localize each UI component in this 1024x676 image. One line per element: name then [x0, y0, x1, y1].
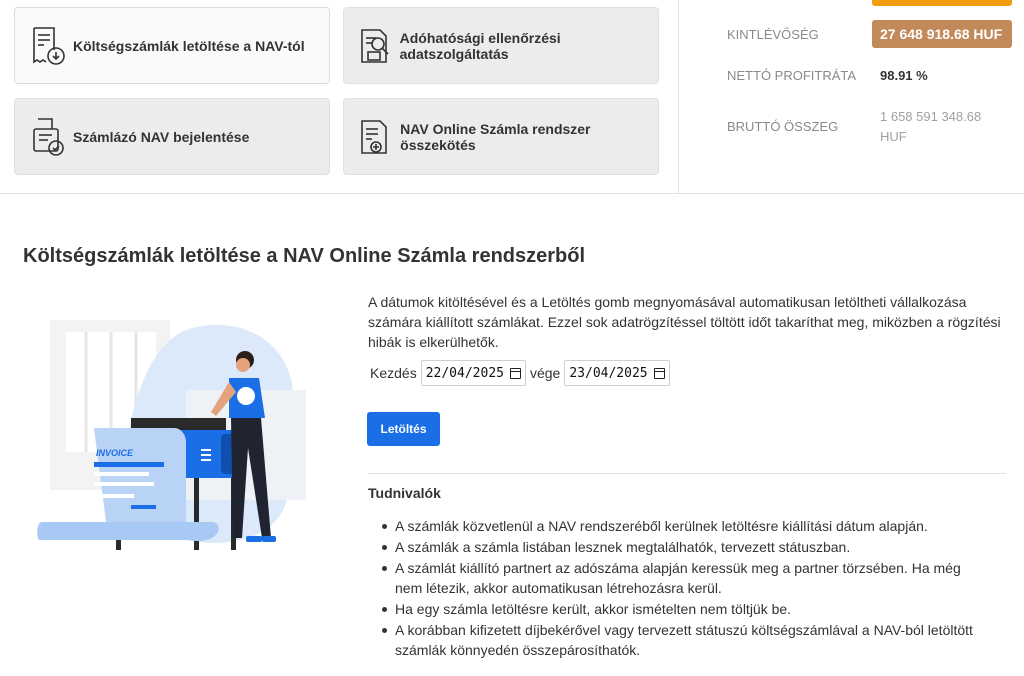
end-date-value: 23/04/2025	[569, 365, 648, 381]
calendar-icon[interactable]	[653, 367, 665, 379]
tile-tax-audit-data[interactable]: Adóhatósági ellenőrzési adatszolgáltatás	[343, 7, 659, 84]
gross-total-label: BRUTTÓ ÖSSZEG	[727, 119, 839, 134]
invoice-illustration: INVOICE	[36, 310, 326, 560]
orange-accent-strip	[872, 0, 1012, 6]
start-date-input[interactable]: 22/04/2025	[420, 360, 526, 386]
notes-list: A számlák közvetlenül a NAV rendszeréből…	[368, 516, 988, 661]
gross-total-value: 1 658 591 348.68	[880, 109, 982, 124]
vertical-divider	[678, 0, 679, 194]
section-divider	[368, 473, 1006, 474]
list-item: A korábban kifizetett díjbekérővel vagy …	[368, 620, 988, 660]
document-search-icon	[356, 22, 396, 70]
list-item: A számlák közvetlenül a NAV rendszeréből…	[368, 516, 988, 536]
tile-cost-invoice-download[interactable]: Költségszámlák letöltése a NAV-tól	[14, 7, 330, 84]
net-profit-label: NETTÓ PROFITRÁTA	[727, 68, 857, 83]
notes-title: Tudnivalók	[368, 485, 441, 501]
register-check-icon	[27, 113, 69, 161]
tile-label: Adóhatósági ellenőrzési adatszolgáltatás	[399, 29, 561, 62]
tile-label: Költségszámlák letöltése a NAV-tól	[73, 37, 305, 54]
net-profit-value: 98.91 %	[880, 68, 928, 83]
gross-total-currency: HUF	[880, 129, 907, 144]
tile-label: Számlázó NAV bejelentése	[73, 128, 250, 145]
list-item: Ha egy számla letöltésre került, akkor i…	[368, 599, 988, 619]
svg-text:INVOICE: INVOICE	[96, 448, 134, 458]
calendar-icon[interactable]	[509, 367, 521, 379]
intro-text: A dátumok kitöltésével és a Letöltés gom…	[368, 294, 1001, 350]
end-date-label: vége	[529, 365, 561, 381]
outstanding-value-badge: 27 648 918.68 HUF	[872, 20, 1012, 48]
download-button[interactable]: Letöltés	[367, 412, 440, 446]
top-panel: Költségszámlák letöltése a NAV-tól Adóha…	[0, 0, 1024, 194]
start-date-label: Kezdés	[370, 365, 417, 381]
date-range-row: Kezdés 22/04/2025 vége 23/04/2025	[368, 360, 674, 386]
tile-label: NAV Online Számla rendszer összekötés	[400, 120, 591, 153]
tile-nav-online-connect[interactable]: NAV Online Számla rendszer összekötés	[343, 98, 659, 175]
outstanding-label: KINTLÉVŐSÉG	[727, 27, 819, 42]
invoice-download-icon	[27, 22, 69, 70]
end-date-input[interactable]: 23/04/2025	[564, 360, 670, 386]
page-title: Költségszámlák letöltése a NAV Online Sz…	[23, 245, 586, 267]
document-connect-icon	[356, 113, 396, 161]
list-item: A számlák a számla listában lesznek megt…	[368, 537, 988, 557]
start-date-value: 22/04/2025	[425, 365, 504, 381]
tile-biller-nav-registration[interactable]: Számlázó NAV bejelentése	[14, 98, 330, 175]
list-item: A számlát kiállító partnert az adószáma …	[368, 558, 988, 598]
